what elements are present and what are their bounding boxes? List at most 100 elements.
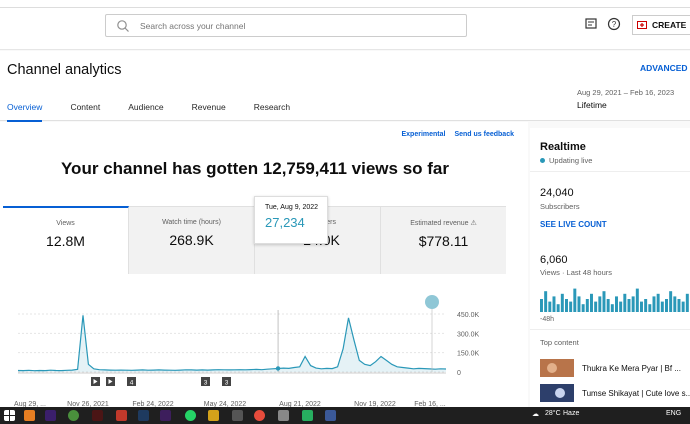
- feedback-icon[interactable]: [584, 17, 598, 31]
- tab-research[interactable]: Research: [254, 102, 290, 122]
- app-icon[interactable]: [278, 410, 289, 421]
- realtime-bar[interactable]: [590, 293, 593, 312]
- views-headline: Your channel has gotten 12,759,411 views…: [60, 159, 449, 178]
- metric-card-views[interactable]: Views 12.8M: [3, 206, 129, 274]
- date-range[interactable]: Aug 29, 2021 – Feb 16, 2023: [577, 88, 674, 97]
- today-marker-icon[interactable]: [425, 295, 439, 309]
- weather-icon: ☁: [532, 411, 539, 418]
- realtime-bar[interactable]: [677, 299, 681, 312]
- realtime-subscribers: 24,040: [540, 187, 574, 199]
- top-content-item[interactable]: Tumse Shikayat | Cute love s...: [540, 384, 690, 402]
- realtime-bar[interactable]: [610, 304, 614, 312]
- views-chart[interactable]: 450.0K300.0K150.0K04 3 3Aug 29, ... Nov 26,…: [0, 282, 510, 407]
- realtime-bar[interactable]: [540, 299, 543, 312]
- bars-start-label: -48h: [540, 316, 555, 323]
- metric-label: Estimated revenue ⚠: [381, 219, 506, 227]
- realtime-status: Updating live: [540, 156, 592, 165]
- realtime-bar[interactable]: [660, 301, 664, 312]
- realtime-bar[interactable]: [577, 296, 581, 312]
- top-content-item[interactable]: Thukra Ke Mera Pyar | Bf ...: [540, 359, 690, 377]
- divider: [530, 329, 690, 330]
- realtime-bar[interactable]: [669, 291, 673, 312]
- facebook-icon[interactable]: [325, 410, 336, 421]
- chrome-icon[interactable]: [68, 410, 79, 421]
- blender-icon[interactable]: [24, 410, 35, 421]
- search-box[interactable]: [105, 14, 467, 37]
- experimental-link[interactable]: Experimental: [402, 131, 446, 138]
- top-content-label: Top content: [540, 338, 579, 347]
- realtime-bar[interactable]: [615, 296, 618, 312]
- tab-revenue[interactable]: Revenue: [192, 102, 226, 122]
- illustrator-icon[interactable]: [92, 410, 103, 421]
- realtime-bar[interactable]: [648, 304, 652, 312]
- metric-card-revenue[interactable]: Estimated revenue ⚠ $778.11: [381, 206, 506, 274]
- chart-tooltip: Tue, Aug 9, 2022 27,234: [254, 196, 328, 244]
- realtime-bar[interactable]: [606, 299, 610, 312]
- realtime-bar[interactable]: [598, 296, 602, 312]
- search-input[interactable]: [140, 20, 440, 31]
- create-button[interactable]: CREATE: [632, 15, 690, 35]
- period-selector[interactable]: Lifetime: [577, 100, 607, 110]
- tab-audience[interactable]: Audience: [128, 102, 163, 122]
- realtime-bar[interactable]: [631, 296, 635, 312]
- metric-label: Watch time (hours): [162, 219, 221, 226]
- realtime-bar[interactable]: [552, 296, 556, 312]
- realtime-bar[interactable]: [665, 299, 668, 312]
- realtime-bar[interactable]: [569, 301, 573, 312]
- realtime-panel: Realtime Updating live 24,040 Subscriber…: [530, 128, 690, 407]
- marker-count: 3: [225, 380, 229, 387]
- folder-icon[interactable]: [208, 410, 219, 421]
- realtime-bar[interactable]: [681, 301, 685, 312]
- help-icon[interactable]: ?: [607, 17, 621, 31]
- see-live-count-button[interactable]: SEE LIVE COUNT: [540, 220, 607, 229]
- realtime-bar[interactable]: [585, 299, 589, 312]
- animate-icon[interactable]: [45, 410, 56, 421]
- photoshop-icon[interactable]: [138, 410, 149, 421]
- app-icon[interactable]: [116, 410, 127, 421]
- realtime-bar[interactable]: [656, 293, 660, 312]
- video-thumbnail: [540, 359, 574, 377]
- realtime-bar[interactable]: [619, 301, 623, 312]
- tooltip-value: 27,234: [265, 215, 305, 230]
- realtime-bar[interactable]: [548, 301, 552, 312]
- opera-icon[interactable]: [254, 410, 265, 421]
- realtime-bar[interactable]: [573, 288, 577, 312]
- realtime-bar[interactable]: [581, 304, 585, 312]
- metric-card-watch-time[interactable]: Watch time (hours) 268.9K: [129, 206, 255, 274]
- realtime-bar[interactable]: [627, 299, 631, 312]
- realtime-bar[interactable]: [623, 293, 627, 312]
- hover-point[interactable]: [275, 366, 281, 371]
- analytics-header: Channel analytics ADVANCED M Overview Co…: [0, 51, 690, 122]
- realtime-bar[interactable]: [560, 293, 564, 312]
- browser-strip: [0, 0, 690, 8]
- premiere-icon[interactable]: [160, 410, 171, 421]
- app-icon[interactable]: [232, 410, 243, 421]
- realtime-bar[interactable]: [602, 291, 606, 312]
- realtime-title: Realtime: [540, 141, 586, 153]
- create-icon: [637, 21, 647, 29]
- app-icon[interactable]: [302, 410, 313, 421]
- realtime-bar[interactable]: [565, 299, 568, 312]
- feedback-link[interactable]: Send us feedback: [454, 131, 514, 138]
- advanced-mode-link[interactable]: ADVANCED M: [640, 63, 690, 73]
- metric-label-text: Estimated revenue: [410, 220, 469, 227]
- realtime-bar[interactable]: [556, 304, 560, 312]
- y-tick-label: 150.0K: [457, 351, 480, 358]
- realtime-bar[interactable]: [635, 288, 639, 312]
- weather-text: Haze: [563, 410, 580, 417]
- realtime-bar[interactable]: [640, 301, 643, 312]
- realtime-bar-chart[interactable]: [540, 284, 690, 312]
- tab-content[interactable]: Content: [70, 102, 100, 122]
- realtime-bar[interactable]: [685, 293, 689, 312]
- realtime-bar[interactable]: [673, 296, 677, 312]
- realtime-bar[interactable]: [594, 301, 598, 312]
- realtime-bar[interactable]: [544, 291, 548, 312]
- realtime-bar[interactable]: [644, 299, 648, 312]
- overview-panel: Experimental Send us feedback Your chann…: [0, 122, 528, 407]
- windows-start-icon[interactable]: [4, 410, 15, 421]
- create-label: CREATE: [652, 20, 687, 30]
- realtime-bar[interactable]: [652, 296, 656, 312]
- whatsapp-icon[interactable]: [185, 410, 196, 421]
- language-indicator[interactable]: ENG: [666, 410, 681, 417]
- tab-overview[interactable]: Overview: [7, 102, 43, 122]
